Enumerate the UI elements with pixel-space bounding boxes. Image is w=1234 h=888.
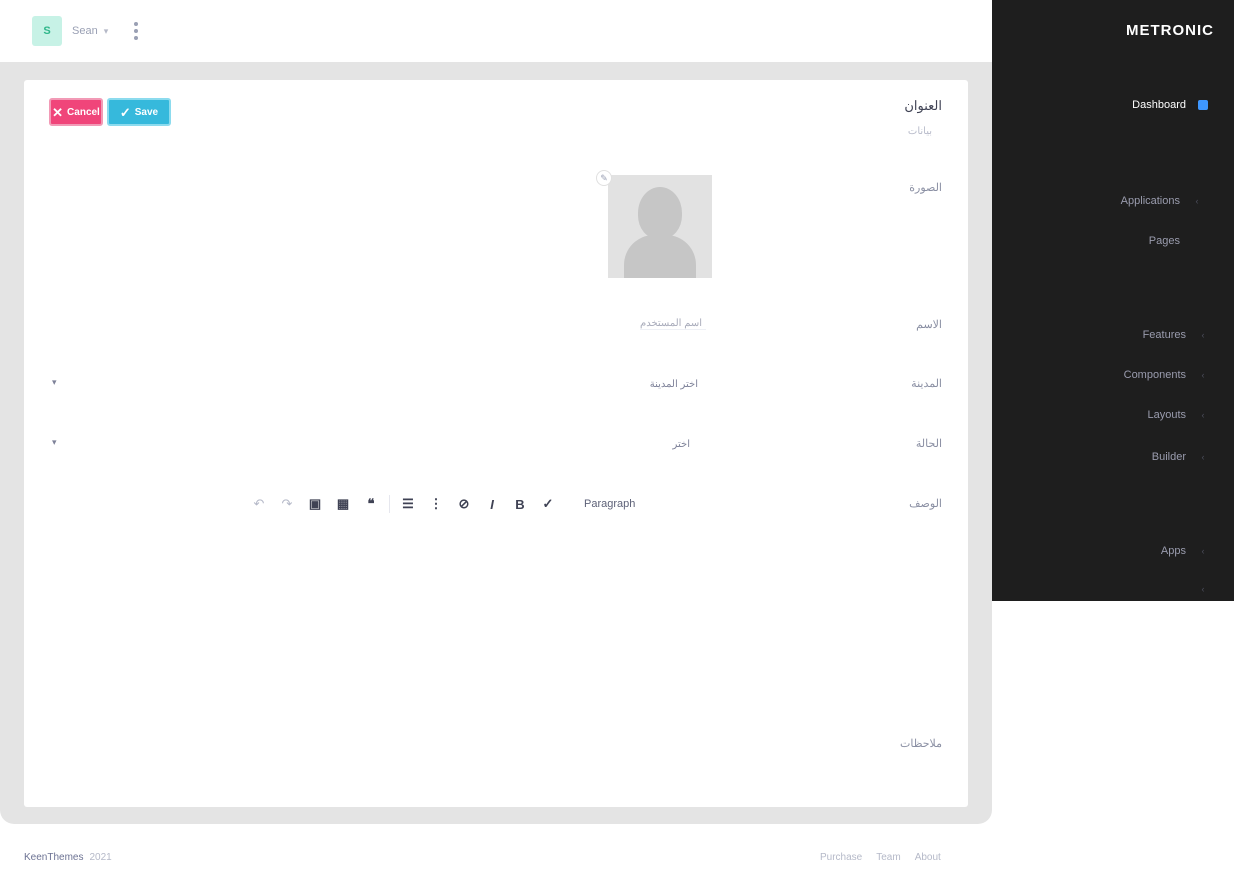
avatar-body-shape	[624, 235, 696, 278]
brand-logo[interactable]: METRONIC	[1126, 22, 1214, 39]
chevron-icon: ‹	[1201, 330, 1205, 340]
name-label: الاسم	[916, 319, 942, 331]
save-button[interactable]: ✓ Save	[107, 98, 171, 126]
chevron-down-icon[interactable]: ▾	[52, 377, 57, 388]
form-card	[24, 80, 968, 807]
image-placeholder[interactable]	[608, 175, 712, 278]
chevron-icon: ‹	[1195, 196, 1199, 206]
chevron-icon: ‹	[1201, 410, 1205, 420]
editor-toolbar: ↶ ↷ ▣ ▦ ❝ ☰ ⋮ ⊘ I B ✓ Paragraph	[245, 494, 635, 514]
avatar-head-shape	[638, 187, 682, 239]
more-vertical-icon[interactable]	[130, 22, 142, 40]
sidebar-item-layouts[interactable]: Layouts ‹	[992, 404, 1234, 426]
sidebar-item-label: Builder	[1151, 451, 1186, 463]
sidebar-item-components[interactable]: Components ‹	[992, 364, 1234, 386]
quote-icon[interactable]: ❝	[357, 496, 385, 512]
avatar[interactable]: S	[32, 16, 62, 46]
sidebar-item-label: Applications	[1120, 195, 1180, 207]
sidebar-item-applications[interactable]: Applications ‹	[992, 190, 1234, 212]
save-label: Save	[134, 106, 159, 118]
toolbar-divider	[389, 495, 390, 513]
sidebar-item-more[interactable]: ‹	[992, 578, 1234, 600]
footer-links: Purchase Team About	[820, 852, 941, 863]
chevron-icon: ‹	[1201, 546, 1205, 556]
sidebar: METRONIC Dashboard Applications ‹ Pages …	[992, 0, 1234, 601]
footer-brand-link[interactable]: KeenThemes	[24, 852, 83, 863]
chevron-down-icon[interactable]: ▾	[52, 437, 57, 448]
paragraph-style-dropdown[interactable]: Paragraph	[584, 498, 635, 510]
undo-icon[interactable]: ↶	[245, 496, 273, 512]
chevron-icon: ‹	[1201, 370, 1205, 380]
chevron-down-icon[interactable]: ▾	[104, 26, 109, 37]
bold-icon[interactable]: B	[506, 497, 534, 512]
check-icon[interactable]: ✓	[534, 496, 562, 512]
description-label: الوصف	[909, 498, 942, 510]
edit-image-icon[interactable]: ✎	[596, 170, 612, 186]
redo-icon[interactable]: ↷	[273, 496, 301, 512]
footer-link-team[interactable]: Team	[876, 852, 900, 863]
sidebar-item-pages[interactable]: Pages	[992, 230, 1234, 252]
footer-link-purchase[interactable]: Purchase	[820, 852, 862, 863]
link-icon[interactable]: ⊘	[450, 496, 478, 512]
sidebar-item-label: Apps	[1160, 545, 1186, 557]
notes-label: ملاحظات	[900, 738, 942, 750]
check-icon: ✓	[119, 104, 131, 120]
user-name[interactable]: Sean	[72, 25, 98, 37]
sidebar-item-label: Features	[1142, 329, 1186, 341]
city-label: المدينة	[911, 378, 942, 390]
sidebar-item-builder[interactable]: Builder ‹	[992, 446, 1234, 468]
cancel-label: Cancel	[67, 106, 100, 118]
table-icon[interactable]: ▦	[329, 496, 357, 512]
footer-brand: KeenThemes 2021	[24, 852, 112, 863]
status-select[interactable]: اختر	[673, 439, 691, 450]
top-header: S Sean ▾	[0, 0, 992, 62]
sidebar-item-features[interactable]: Features ‹	[992, 324, 1234, 346]
chevron-icon: ‹	[1201, 452, 1205, 462]
status-label: الحالة	[915, 438, 942, 450]
sidebar-item-label: Pages	[1148, 235, 1180, 247]
close-icon: ✕	[52, 104, 64, 120]
footer-link-about[interactable]: About	[915, 852, 941, 863]
city-select[interactable]: اختر المدينة	[650, 379, 698, 390]
cancel-button[interactable]: ✕ Cancel	[49, 98, 103, 126]
image-label: الصورة	[909, 182, 942, 194]
footer-year: 2021	[89, 852, 112, 863]
media-icon[interactable]: ▣	[301, 496, 329, 512]
form-subtitle: بيانات	[907, 126, 932, 137]
italic-icon[interactable]: I	[478, 497, 506, 512]
sidebar-item-label: Components	[1123, 369, 1186, 381]
sidebar-item-label: Layouts	[1147, 409, 1186, 421]
numbered-list-icon[interactable]: ☰	[394, 496, 422, 512]
sidebar-item-dashboard[interactable]: Dashboard	[992, 94, 1234, 116]
sidebar-item-label: Dashboard	[1132, 99, 1186, 111]
form-title: العنوان	[904, 98, 942, 113]
sidebar-item-apps[interactable]: Apps ‹	[992, 540, 1234, 562]
dashboard-icon	[1198, 100, 1208, 110]
chevron-icon: ‹	[1201, 584, 1205, 594]
name-input[interactable]: اسم المستخدم	[640, 318, 706, 330]
bulleted-list-icon[interactable]: ⋮	[422, 496, 450, 512]
